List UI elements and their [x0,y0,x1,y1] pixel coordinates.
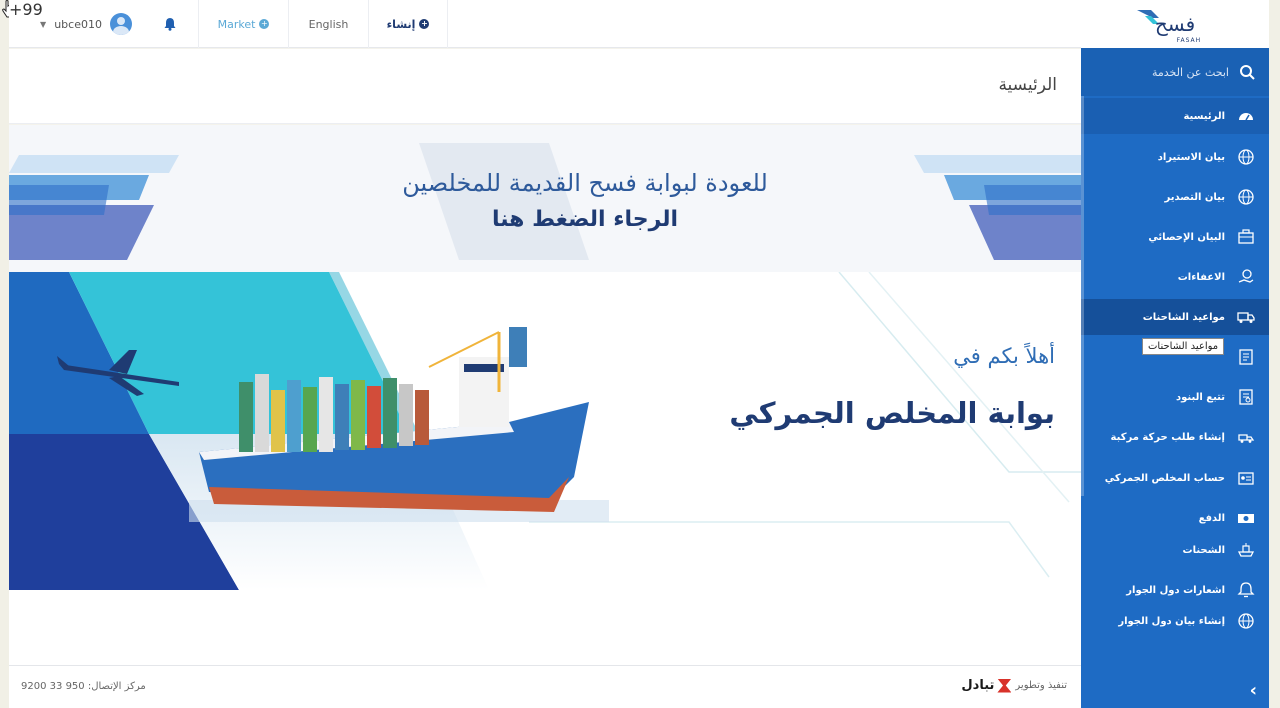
window-edge-left [0,0,9,708]
sidebar-item-label: الدفع [1198,512,1225,524]
service-search [1081,48,1269,96]
sidebar-item-payment[interactable]: الدفع [1081,500,1269,536]
bell-icon [164,18,175,31]
create-button[interactable]: إنشاء + [368,0,448,48]
logo-sub: FASAH [1176,37,1202,44]
globe-icon [1238,149,1254,165]
tabadul-logo: تبادل [961,678,1012,693]
plus-circle-icon: + [419,19,430,29]
sidebar-item-broker-account[interactable]: حساب المخلص الجمركي [1081,460,1269,496]
sidebar-item-create-neighbor-declaration[interactable]: إنشاء بيان دول الجوار [1081,603,1269,639]
logo-text: فسح FASAH [1154,12,1200,44]
user-menu[interactable]: ▼ ubce010 [31,0,141,48]
tabadul-mark-icon [997,678,1012,693]
dashboard-icon [1239,113,1253,121]
create-label: إنشاء [386,17,416,31]
sidebar-item-exemptions[interactable]: الاعفاءات [1081,259,1269,295]
banner-line-2: الرجاء الضغط هنا [491,207,679,232]
credit-text: تنفيذ وتطوير [1015,680,1067,691]
logo-word: فسح [1154,12,1196,36]
footer: مركز الإتصال: 950 33 9200 تبادل تنفيذ وت… [9,665,1081,708]
hero-portal-name: بوابة المخلص الجمركي [729,396,1055,430]
old-portal-banner[interactable]: للعودة لبوابة فسح القديمة للمخلصين الرجا… [9,125,1081,272]
sidebar-item-label: الرئيسية [1183,110,1225,122]
sidebar-item-label: حساب المخلص الجمركي [1104,472,1225,484]
contact-center: مركز الإتصال: 950 33 9200 [21,681,146,692]
fasah-logo[interactable]: فسح FASAH [1081,0,1269,48]
username: ubce010 [54,17,102,31]
top-bar: ▼ ubce010 +99 Market + English إنشاء + [9,0,1081,48]
market-button[interactable]: Market + [198,0,288,48]
sidebar-collapse-button[interactable]: ‹ [1081,672,1269,708]
content-spacer [9,590,1081,665]
money-icon [1238,514,1254,523]
window-edge-right [1269,0,1280,708]
sidebar-item-label: تتبع البنود [1176,391,1225,403]
sidebar-scrollbar[interactable] [1081,96,1084,496]
sidebar-item-export-declaration[interactable]: بيان التصدير [1081,179,1269,215]
briefcase-icon [1238,229,1254,244]
id-card-icon [1238,472,1254,485]
sidebar-item-label: الشحنات [1182,544,1225,556]
vehicle-icon [1238,434,1255,443]
chevron-left-icon: ‹ [1249,679,1257,701]
sidebar-item-vehicle-request[interactable]: إنشاء طلب حركة مركبة [1081,419,1269,455]
sidebar-item-label: اشعارات دول الجوار [1126,584,1225,596]
sidebar-item-label: الاعفاءات [1177,271,1225,283]
truck-icon [1237,312,1255,323]
notifications-button[interactable] [141,0,198,48]
page-header: الرئيسية [9,49,1081,124]
search-input[interactable] [1109,65,1229,79]
page-title: الرئيسية [998,75,1057,95]
globe-icon [1238,189,1254,205]
search-icon[interactable] [1239,64,1255,80]
sidebar-item-track-items[interactable]: تتبع البنود [1081,379,1269,415]
plus-circle-icon: + [259,19,270,29]
document-icon [1239,349,1253,365]
sidebar-item-statistical-declaration[interactable]: البيان الإحصائي [1081,219,1269,255]
sidebar-item-shipments[interactable]: الشحنات [1081,532,1269,568]
chevron-down-icon: ▼ [40,19,47,29]
sidebar-item-home[interactable]: الرئيسية [1081,98,1269,134]
hero-banner: أهلاً بكم في بوابة المخلص الجمركي [9,272,1081,590]
document-search-icon [1239,389,1253,405]
avatar [109,13,132,35]
ship-icon [1237,543,1255,557]
language-switch[interactable]: English [288,0,368,48]
sidebar-item-label: إنشاء بيان دول الجوار [1118,615,1225,627]
market-label: Market [217,17,256,31]
bell-icon [1237,582,1255,598]
banner-decoration [9,143,1081,260]
sidebar-item-import-declaration[interactable]: بيان الاستيراد [1081,139,1269,175]
sidebar-item-label: بيان التصدير [1164,191,1225,203]
language-label: English [308,17,349,31]
sidebar-item-truck-appointments[interactable]: مواعيد الشاحنات [1081,299,1269,335]
hand-coin-icon [1238,269,1254,283]
footer-credit: تبادل تنفيذ وتطوير [961,678,1067,693]
sidebar-item-label: مواعيد الشاحنات [1142,311,1225,323]
sidebar-item-label: البيان الإحصائي [1148,231,1225,243]
tabadul-name: تبادل [961,678,995,693]
sidebar-tooltip: مواعيد الشاحنات [1142,338,1225,355]
hero-welcome: أهلاً بكم في [953,344,1055,368]
globe-icon [1238,613,1254,629]
sidebar-item-label: بيان الاستيراد [1157,151,1225,163]
sidebar-item-label: إنشاء طلب حركة مركبة [1110,431,1225,443]
banner-line-1: للعودة لبوابة فسح القديمة للمخلصين [402,169,768,197]
hero-illustration [9,272,1081,590]
